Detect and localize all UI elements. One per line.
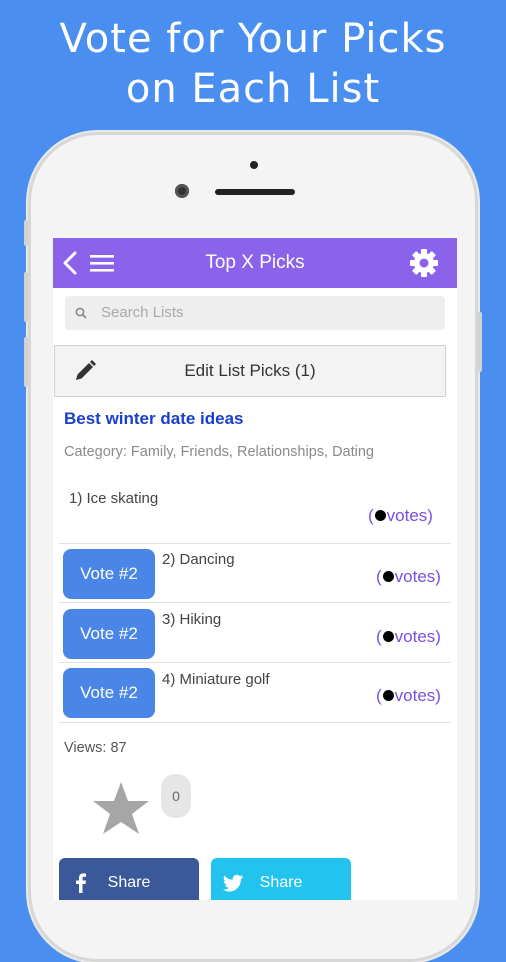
search-input[interactable]: Search Lists (65, 296, 445, 330)
phone-mute-switch (24, 220, 28, 246)
search-placeholder: Search Lists (101, 304, 184, 321)
vote-button[interactable]: Vote #2 (63, 609, 155, 659)
pick-text: 4) Miniature golf (162, 671, 270, 688)
phone-speaker (215, 189, 295, 195)
vote-count: (votes) (376, 567, 441, 586)
edit-list-picks-button[interactable]: Edit List Picks (1) (54, 345, 446, 397)
app-title: Top X Picks (205, 252, 305, 273)
promo-line-1: Vote for Your Picks (59, 16, 447, 62)
vote-button[interactable]: Vote #2 (63, 549, 155, 599)
facebook-share-label: Share (107, 874, 151, 891)
vote-count: (votes) (376, 686, 441, 705)
phone-front-camera (175, 184, 189, 198)
list-item: 1) Ice skating (votes) (59, 478, 451, 544)
vote-count-dot-icon (382, 571, 394, 583)
phone-power-button (478, 312, 482, 372)
twitter-share-label: Share (259, 874, 303, 891)
app-screen: Top X Picks Search Lists Edit List Picks… (53, 238, 457, 900)
list-category: Category: Family, Friends, Relationships… (64, 444, 374, 460)
phone-volume-down (24, 337, 28, 387)
pick-text: 2) Dancing (162, 551, 235, 568)
phone-volume-up (24, 272, 28, 322)
search-icon (75, 307, 87, 319)
star-icon[interactable] (91, 780, 151, 836)
twitter-share-button[interactable]: Share (211, 858, 351, 900)
app-bar: Top X Picks (53, 238, 457, 288)
phone-sensor (250, 161, 258, 169)
facebook-share-button[interactable]: Share (59, 858, 199, 900)
edit-list-picks-label: Edit List Picks (1) (184, 361, 316, 380)
list-item: Vote #2 2) Dancing (votes) (59, 543, 451, 603)
vote-count-dot-icon (374, 510, 386, 522)
promo-headline: Vote for Your Picks on Each List (0, 14, 506, 114)
vote-button[interactable]: Vote #2 (63, 668, 155, 718)
favorite-count-badge: 0 (161, 774, 191, 818)
views-count: Views: 87 (64, 740, 127, 756)
list-item: Vote #2 4) Miniature golf (votes) (59, 663, 451, 723)
vote-count: (votes) (376, 627, 441, 646)
list-item: Vote #2 3) Hiking (votes) (59, 603, 451, 663)
list-title[interactable]: Best winter date ideas (64, 409, 244, 429)
vote-count-dot-icon (382, 690, 394, 702)
pick-text: 3) Hiking (162, 611, 222, 628)
promo-line-2: on Each List (125, 66, 381, 112)
vote-count-dot-icon (382, 631, 394, 643)
vote-count: (votes) (368, 506, 433, 525)
pick-text: 1) Ice skating (69, 490, 159, 507)
settings-gear-icon[interactable] (409, 248, 439, 278)
